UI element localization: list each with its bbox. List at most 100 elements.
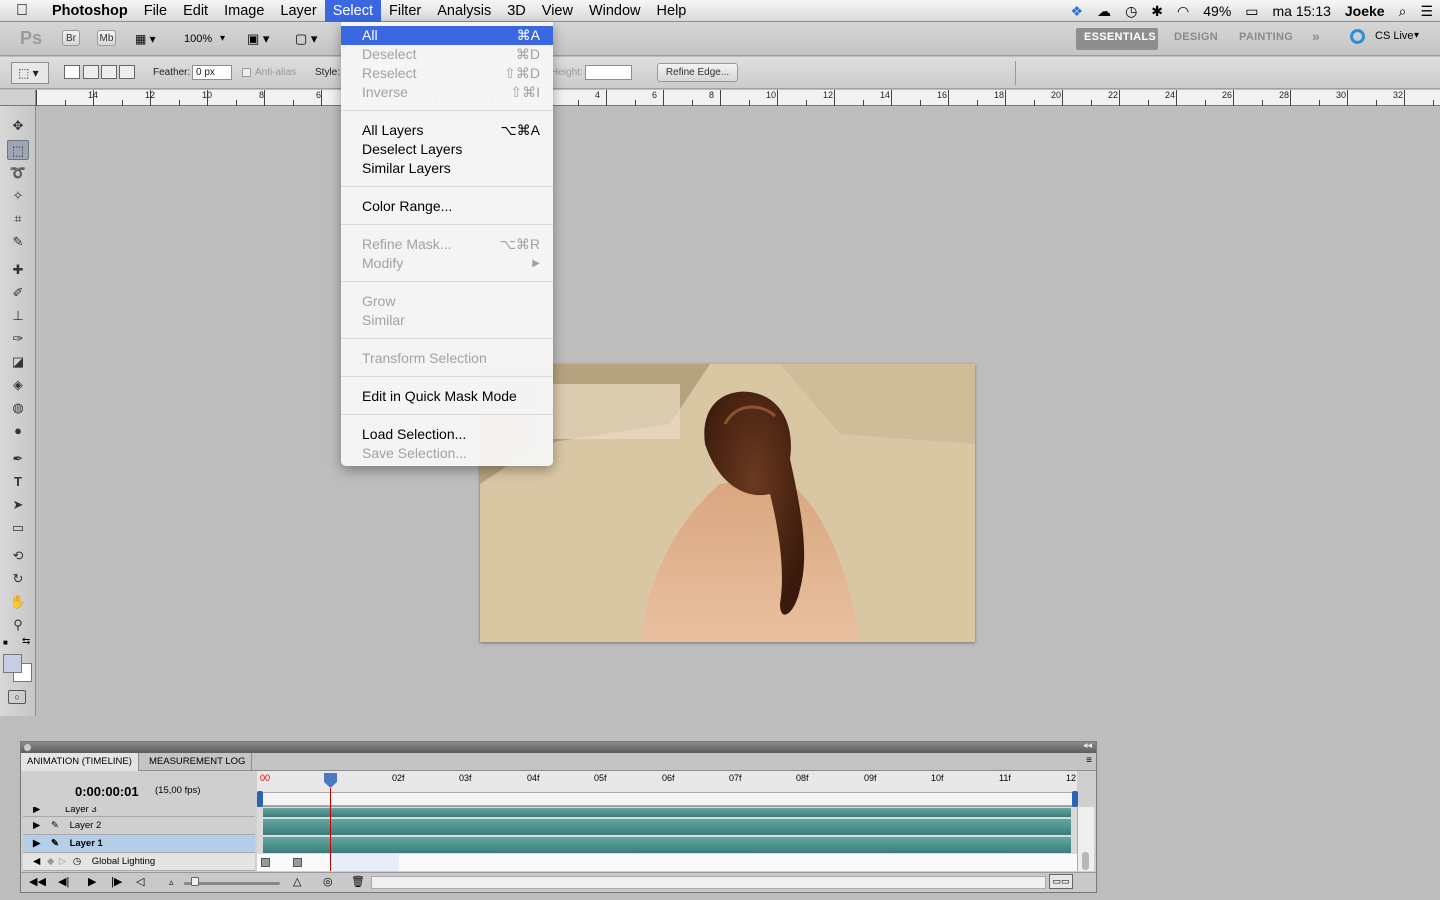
workspace-essentials[interactable]: ESSENTIALS bbox=[1084, 31, 1156, 43]
zoom-in-icon[interactable]: △ bbox=[293, 875, 301, 888]
layer-3-track[interactable] bbox=[263, 808, 1071, 817]
new-selection-icon[interactable] bbox=[64, 65, 80, 79]
screen-mode-icon[interactable]: ▢ ▾ bbox=[295, 31, 317, 47]
horizontal-ruler[interactable]: 14 12 10 8 6 4 6 8 10 12 14 16 18 20 22 24 26 28 30 32 bbox=[36, 90, 1440, 106]
menu-view[interactable]: View bbox=[534, 0, 581, 22]
zoom-out-icon[interactable]: ▵ bbox=[169, 877, 174, 888]
expand-arrow-icon[interactable]: ▶ bbox=[33, 838, 40, 849]
menu-item-load-selection[interactable]: Load Selection... bbox=[341, 425, 553, 444]
menu-item-grow[interactable]: Grow bbox=[341, 292, 553, 311]
work-area-bar[interactable] bbox=[261, 792, 1076, 806]
panel-menu-icon[interactable]: ≡ bbox=[1086, 755, 1092, 766]
menu-item-modify[interactable]: Modify ▶ bbox=[341, 254, 553, 273]
user-name[interactable]: Joeke bbox=[1345, 3, 1385, 19]
intersect-selection-icon[interactable] bbox=[119, 65, 135, 79]
rectangle-tool-icon[interactable]: ▭ bbox=[7, 518, 29, 538]
timecode[interactable]: 0:00:00:01 bbox=[75, 784, 139, 799]
eyedropper-tool-icon[interactable]: ✎ bbox=[7, 232, 29, 252]
menu-item-transform-selection[interactable]: Transform Selection bbox=[341, 349, 553, 368]
apple-icon[interactable]:  bbox=[0, 2, 44, 20]
move-tool-icon[interactable]: ✥ bbox=[7, 116, 29, 136]
view-extras-icon[interactable]: ▦ ▾ bbox=[135, 32, 156, 46]
horizontal-scrollbar[interactable] bbox=[371, 876, 1046, 889]
eraser-tool-icon[interactable]: ◪ bbox=[7, 352, 29, 372]
tab-measurement-log[interactable]: MEASUREMENT LOG bbox=[143, 753, 253, 771]
clone-stamp-tool-icon[interactable]: ⊥ bbox=[7, 306, 29, 326]
menu-item-reselect[interactable]: Reselect ⇧⌘D bbox=[341, 64, 553, 83]
battery-icon[interactable]: ▭ bbox=[1245, 3, 1258, 20]
pen-tool-icon[interactable]: ✒ bbox=[7, 449, 29, 469]
menu-item-all[interactable]: All ⌘A bbox=[341, 26, 553, 45]
menu-item-similar[interactable]: Similar bbox=[341, 311, 553, 330]
workspace-painting[interactable]: PAINTING bbox=[1239, 31, 1293, 43]
clock[interactable]: ma 15:13 bbox=[1273, 3, 1331, 19]
layer-2-track[interactable] bbox=[263, 819, 1071, 835]
layer-row-layer-2[interactable]: ▶ ✎ Layer 2 bbox=[23, 817, 255, 835]
zoom-dropdown-icon[interactable]: ▾ bbox=[220, 33, 225, 44]
menu-analysis[interactable]: Analysis bbox=[429, 0, 499, 22]
cs-live-menu[interactable]: CS Live bbox=[1375, 30, 1414, 42]
menu-item-deselect[interactable]: Deselect ⌘D bbox=[341, 45, 553, 64]
menu-item-inverse[interactable]: Inverse ⇧⌘I bbox=[341, 83, 553, 102]
layer-row-layer-3[interactable]: ▶ Layer 3 bbox=[23, 807, 255, 817]
paint-bucket-tool-icon[interactable]: ◈ bbox=[7, 375, 29, 395]
menu-3d[interactable]: 3D bbox=[499, 0, 534, 22]
crop-tool-icon[interactable]: ⌗ bbox=[7, 209, 29, 229]
swap-colors-icon[interactable]: ⇆ bbox=[22, 636, 30, 647]
notification-list-icon[interactable]: ☰ bbox=[1420, 3, 1433, 20]
tool-preset-picker[interactable]: ⬚ ▾ bbox=[11, 62, 49, 84]
dropbox-icon[interactable]: ❖ bbox=[1071, 3, 1084, 20]
work-area-end-handle[interactable] bbox=[1072, 791, 1078, 807]
bridge-button[interactable]: Br bbox=[62, 30, 80, 46]
menu-window[interactable]: Window bbox=[581, 0, 649, 22]
stopwatch-icon[interactable]: ◷ bbox=[73, 856, 81, 867]
add-selection-icon[interactable] bbox=[83, 65, 99, 79]
battery-percent[interactable]: 49% bbox=[1203, 3, 1231, 19]
next-frame-icon[interactable]: |▶ bbox=[111, 875, 122, 888]
tab-animation-timeline[interactable]: ANIMATION (TIMELINE) bbox=[21, 753, 139, 771]
keyframe-marker[interactable] bbox=[261, 858, 270, 867]
onion-skin-icon[interactable]: ◎ bbox=[323, 875, 333, 888]
keyframe-marker[interactable] bbox=[293, 858, 302, 867]
audio-icon[interactable]: ◁ bbox=[136, 875, 144, 888]
foreground-color-swatch[interactable] bbox=[3, 654, 22, 673]
menu-select[interactable]: Select bbox=[324, 0, 381, 22]
minibridge-button[interactable]: Mb bbox=[97, 30, 116, 46]
arrange-documents-icon[interactable]: ▣ ▾ bbox=[247, 31, 269, 47]
panel-title-bar[interactable]: ◂◂ bbox=[21, 740, 1096, 753]
cloud-icon[interactable]: ☁ bbox=[1097, 3, 1111, 20]
3d-rotate-tool-icon[interactable]: ⟲ bbox=[7, 546, 29, 566]
feather-input[interactable]: 0 px bbox=[192, 65, 232, 80]
menu-help[interactable]: Help bbox=[649, 0, 695, 22]
lasso-tool-icon[interactable]: ➰ bbox=[7, 163, 29, 183]
zoom-tool-icon[interactable]: ⚲ bbox=[7, 615, 29, 635]
quick-selection-tool-icon[interactable]: ✧ bbox=[7, 186, 29, 206]
play-icon[interactable]: ▶ bbox=[88, 875, 96, 888]
layer-row-global-lighting[interactable]: ◀ ◆ ▷ ◷ Global Lighting bbox=[23, 853, 255, 871]
delete-icon[interactable]: 🗑 bbox=[351, 875, 365, 888]
hand-tool-icon[interactable]: ✋ bbox=[7, 592, 29, 612]
layer-row-layer-1[interactable]: ▶ ✎ Layer 1 bbox=[23, 835, 255, 853]
path-selection-tool-icon[interactable]: ➤ bbox=[7, 495, 29, 515]
next-keyframe-icon[interactable]: ▷ bbox=[59, 856, 66, 867]
ruler-origin[interactable] bbox=[0, 90, 36, 106]
time-machine-icon[interactable]: ◷ bbox=[1125, 3, 1137, 20]
3d-orbit-tool-icon[interactable]: ↻ bbox=[7, 569, 29, 589]
zoom-slider-thumb[interactable] bbox=[191, 877, 199, 886]
workspace-more[interactable]: » bbox=[1312, 28, 1320, 44]
scrollbar-thumb[interactable] bbox=[1082, 852, 1089, 870]
menu-item-all-layers[interactable]: All Layers ⌥⌘A bbox=[341, 121, 553, 140]
menu-item-color-range[interactable]: Color Range... bbox=[341, 197, 553, 216]
rectangular-marquee-tool-icon[interactable]: ⬚ bbox=[7, 140, 29, 160]
expand-arrow-icon[interactable]: ▶ bbox=[33, 820, 40, 831]
add-keyframe-icon[interactable]: ◆ bbox=[47, 856, 54, 867]
default-colors-icon[interactable]: ■ bbox=[3, 638, 8, 647]
menu-item-save-selection[interactable]: Save Selection... bbox=[341, 444, 553, 463]
subtract-selection-icon[interactable] bbox=[101, 65, 117, 79]
cs-live-dropdown-icon[interactable]: ▾ bbox=[1414, 30, 1419, 41]
menu-layer[interactable]: Layer bbox=[272, 0, 324, 22]
previous-keyframe-icon[interactable]: ◀ bbox=[33, 856, 40, 867]
refine-edge-button[interactable]: Refine Edge... bbox=[657, 63, 738, 82]
height-input[interactable] bbox=[585, 65, 632, 80]
menu-item-quick-mask[interactable]: Edit in Quick Mask Mode bbox=[341, 387, 553, 406]
